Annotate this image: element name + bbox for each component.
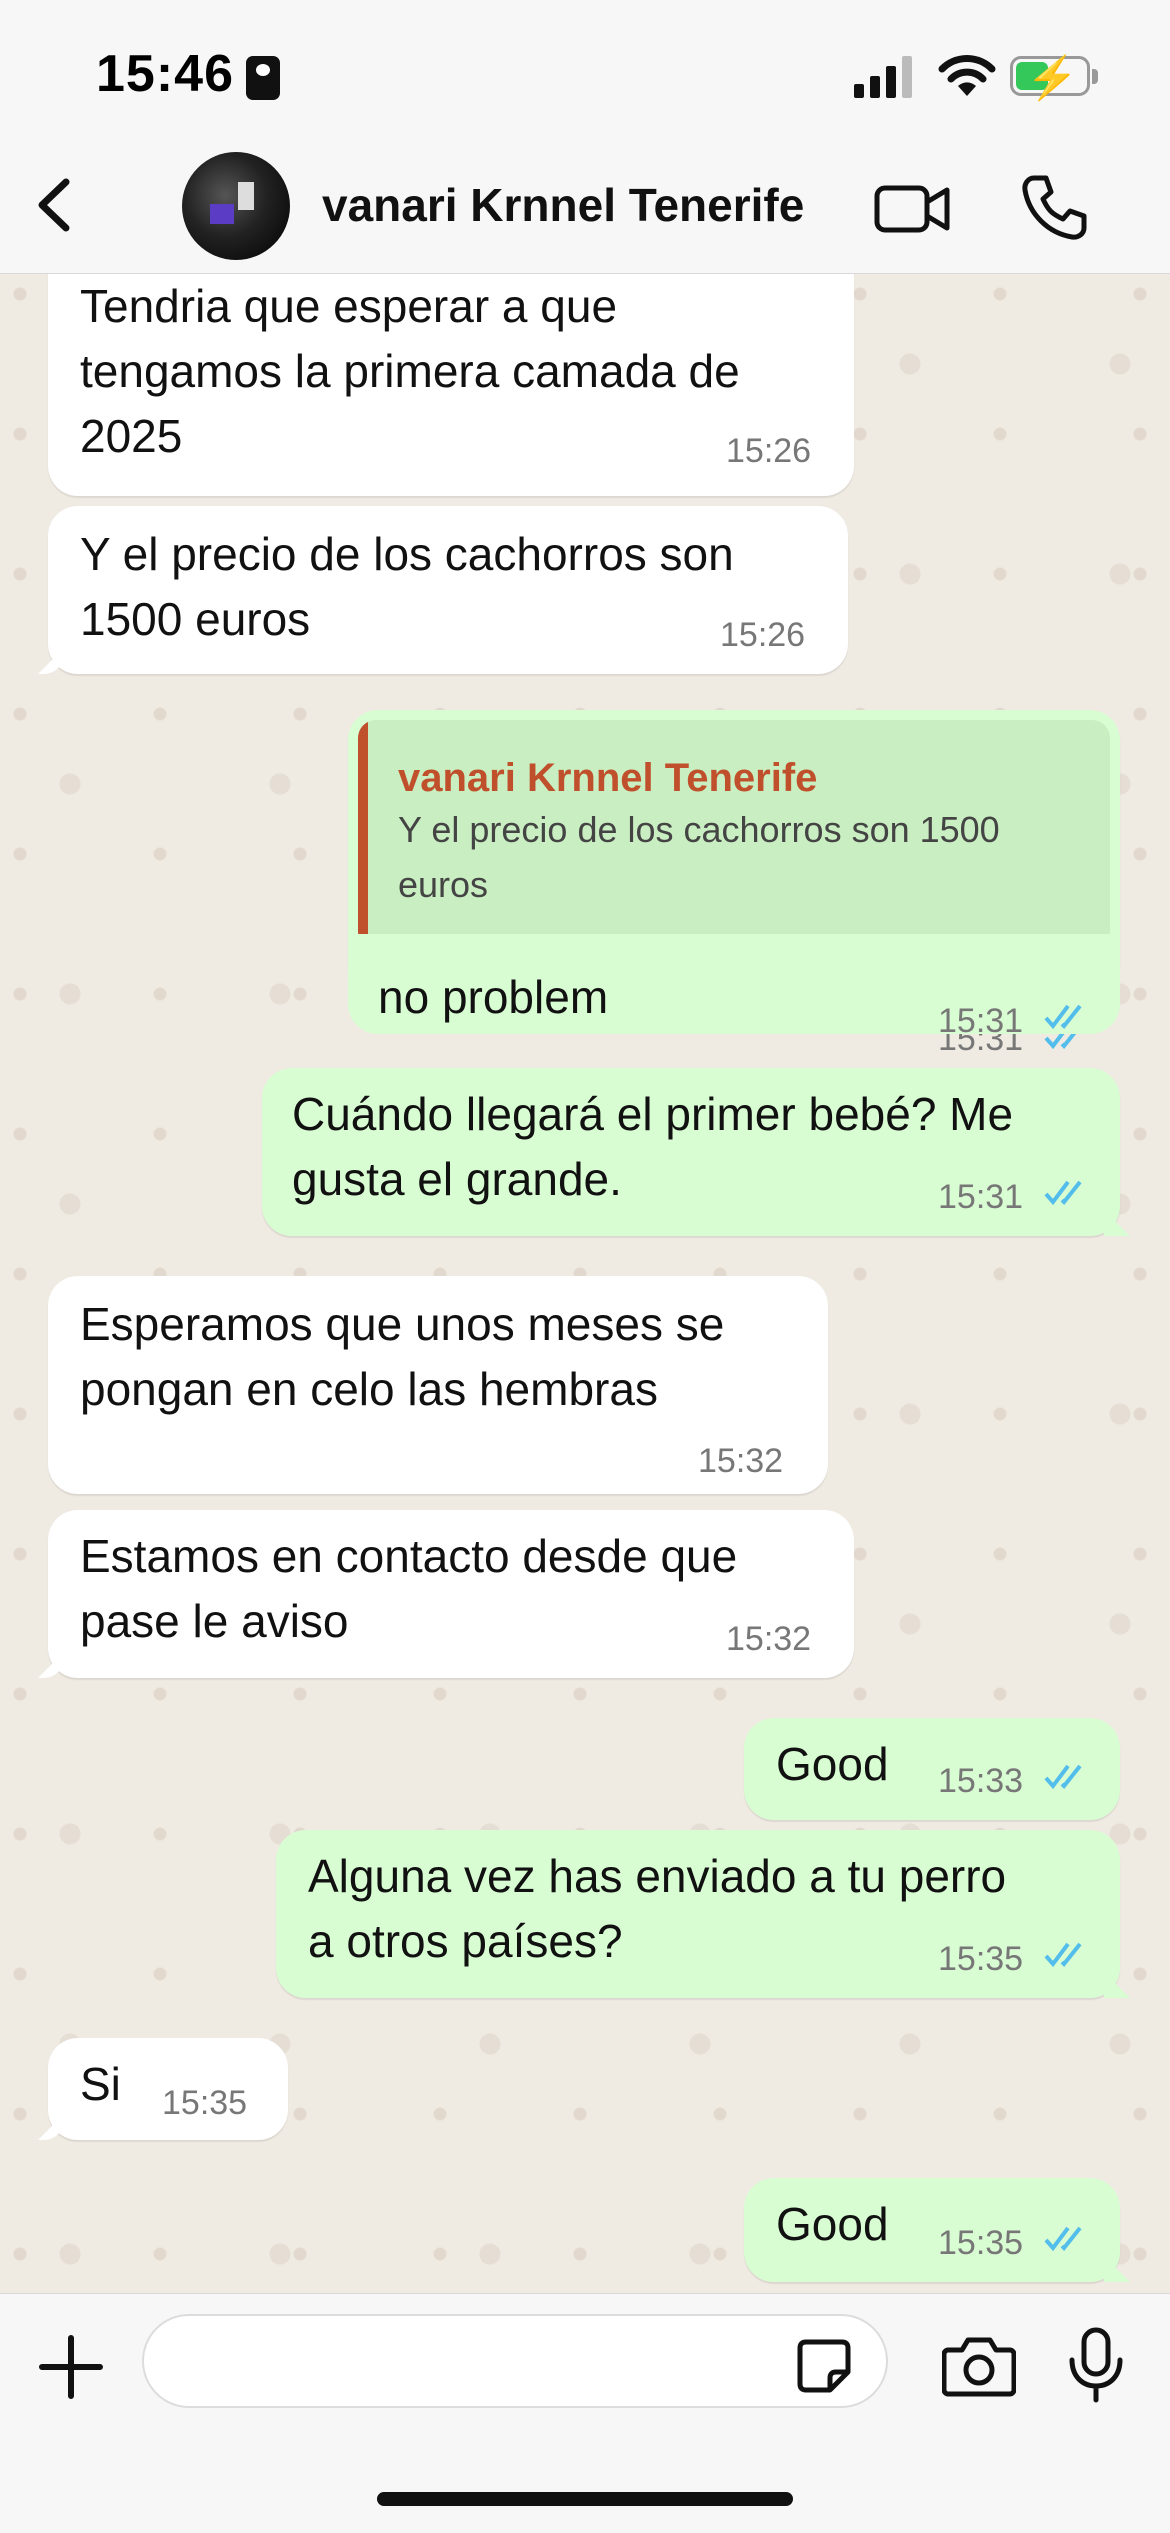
outgoing-message[interactable]: Alguna vez has enviado a tu perro a otro…	[276, 1830, 1120, 1998]
contact-avatar[interactable]	[182, 152, 290, 260]
message-line: Estamos en contacto desde que	[80, 1530, 738, 1582]
video-call-icon[interactable]	[874, 180, 950, 238]
cellular-signal-icon	[854, 56, 912, 98]
message-line: Tendria que esperar a que	[80, 280, 618, 332]
chat-thread[interactable]: Tendria que esperar a que tengamos la pr…	[0, 274, 1170, 2292]
read-receipt-icon	[1044, 1004, 1082, 1030]
phone-call-icon[interactable]	[1020, 172, 1090, 242]
back-icon[interactable]	[22, 170, 92, 240]
message-line: gusta el grande.	[292, 1153, 622, 1205]
message-time: 15:31	[938, 1178, 1024, 1216]
message-time: 15:32	[698, 1442, 784, 1480]
message-line: 2025	[80, 410, 183, 462]
outgoing-message[interactable]: Good 15:33	[744, 1718, 1120, 1820]
message-line: Good	[776, 1738, 889, 1790]
read-receipt-icon	[1044, 1942, 1082, 1968]
mic-icon[interactable]	[1066, 2326, 1126, 2404]
charging-bolt-icon: ⚡	[1026, 54, 1079, 101]
message-line: pongan en celo las hembras	[80, 1363, 658, 1415]
incoming-message[interactable]: Estamos en contacto desde que pase le av…	[48, 1510, 854, 1678]
message-line: Esperamos que unos meses se	[80, 1298, 725, 1350]
message-time: 15:31	[938, 1002, 1024, 1040]
message-input[interactable]	[142, 2314, 888, 2408]
message-time: 15:33	[938, 1762, 1024, 1800]
incoming-message[interactable]: Y el precio de los cachorros son 1500 eu…	[48, 506, 848, 674]
outgoing-message[interactable]: Good 15:35	[744, 2178, 1120, 2282]
incoming-message[interactable]: Tendria que esperar a que tengamos la pr…	[48, 274, 854, 496]
battery-tip	[1092, 69, 1098, 84]
sticker-icon[interactable]	[796, 2338, 852, 2394]
message-line: Cuándo llegará el primer bebé? Me	[292, 1088, 1014, 1140]
message-time: 15:32	[726, 1620, 812, 1658]
message-line: a otros países?	[308, 1915, 623, 1967]
message-line: pase le aviso	[80, 1595, 349, 1647]
message-time: 15:26	[720, 616, 806, 654]
contact-name[interactable]: vanari Krnnel Tenerife	[322, 178, 804, 232]
message-time: 15:35	[938, 1940, 1024, 1978]
message-line: no problem	[378, 971, 609, 1023]
read-receipt-icon	[1044, 1180, 1082, 1206]
status-bar: 15:46 ⚡	[0, 0, 1170, 150]
message-composer	[0, 2293, 1170, 2533]
camera-icon[interactable]	[942, 2332, 1016, 2398]
chat-header: vanari Krnnel Tenerife	[0, 150, 1170, 274]
quote-text: Y el precio de los cachorros son 1500 eu…	[398, 809, 1000, 905]
message-time: 15:35	[162, 2084, 248, 2122]
wifi-icon	[938, 55, 996, 96]
message-line: Alguna vez has enviado a tu perro	[308, 1850, 1007, 1902]
incoming-message[interactable]: Esperamos que unos meses se pongan en ce…	[48, 1276, 828, 1494]
message-time: 15:35	[938, 2224, 1024, 2262]
home-indicator	[377, 2492, 793, 2506]
message-line: tengamos la primera camada de	[80, 345, 740, 397]
status-time: 15:46	[96, 45, 234, 103]
incoming-message[interactable]: Si 15:35	[48, 2038, 288, 2140]
read-receipt-icon	[1044, 2226, 1082, 2252]
message-time: 15:26	[726, 432, 812, 470]
outgoing-message[interactable]: Cuándo llegará el primer bebé? Me gusta …	[262, 1068, 1120, 1236]
read-receipt-icon	[1044, 1764, 1082, 1790]
message-line: Good	[776, 2198, 889, 2250]
plus-icon[interactable]	[36, 2332, 106, 2402]
message-line: Y el precio de los cachorros son	[80, 528, 734, 580]
message-line: 1500 euros	[80, 593, 311, 645]
message-line: Si	[80, 2058, 121, 2110]
quoted-message[interactable]: vanari Krnnel Tenerife Y el precio de lo…	[358, 720, 1110, 950]
contact-card-icon	[246, 56, 280, 100]
quote-accent-bar	[358, 720, 368, 950]
